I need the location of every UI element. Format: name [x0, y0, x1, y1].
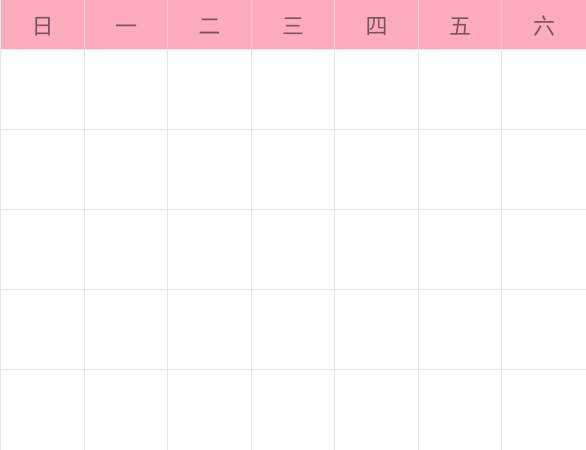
day-cell[interactable] [85, 369, 168, 450]
day-cell[interactable] [419, 289, 502, 369]
weekday-header-sat: 六 [502, 0, 586, 49]
day-cell[interactable] [252, 49, 335, 129]
day-cell[interactable] [168, 209, 252, 289]
day-cell[interactable] [85, 49, 168, 129]
day-cell[interactable] [252, 129, 335, 209]
day-cell[interactable] [335, 369, 419, 450]
day-cell[interactable] [502, 289, 586, 369]
day-cell[interactable] [419, 209, 502, 289]
day-cell[interactable] [252, 369, 335, 450]
day-cell[interactable] [502, 209, 586, 289]
day-cell[interactable] [252, 209, 335, 289]
day-cell[interactable] [1, 369, 85, 450]
day-cell[interactable] [85, 289, 168, 369]
weekday-header-thu: 四 [335, 0, 419, 49]
day-cell[interactable] [419, 49, 502, 129]
day-cell[interactable] [502, 129, 586, 209]
weekday-header-tue: 二 [168, 0, 252, 49]
day-cell[interactable] [502, 369, 586, 450]
day-cell[interactable] [335, 129, 419, 209]
day-cell[interactable] [419, 129, 502, 209]
day-cell[interactable] [1, 49, 85, 129]
day-cell[interactable] [335, 209, 419, 289]
weekday-header-wed: 三 [252, 0, 335, 49]
day-cell[interactable] [85, 209, 168, 289]
day-cell[interactable] [335, 49, 419, 129]
day-cell[interactable] [335, 289, 419, 369]
calendar-grid: 日 一 二 三 四 五 六 [0, 0, 586, 450]
day-cell[interactable] [85, 129, 168, 209]
day-cell[interactable] [252, 289, 335, 369]
day-cell[interactable] [168, 49, 252, 129]
weekday-header-fri: 五 [419, 0, 502, 49]
day-cell[interactable] [168, 129, 252, 209]
day-cell[interactable] [168, 369, 252, 450]
day-cell[interactable] [419, 369, 502, 450]
weekday-header-mon: 一 [85, 0, 168, 49]
day-cell[interactable] [1, 289, 85, 369]
day-cell[interactable] [168, 289, 252, 369]
day-cell[interactable] [1, 209, 85, 289]
day-cell[interactable] [502, 49, 586, 129]
day-cell[interactable] [1, 129, 85, 209]
weekday-header-sun: 日 [1, 0, 85, 49]
